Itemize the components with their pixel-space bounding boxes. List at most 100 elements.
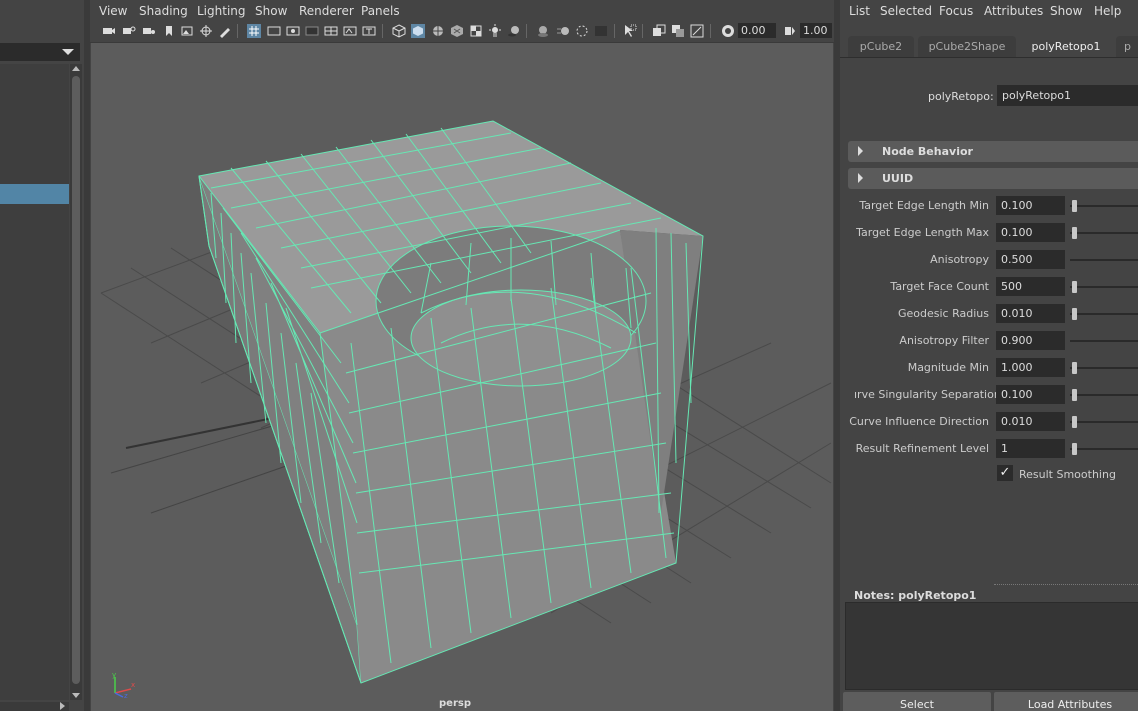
attr-slider[interactable]	[1070, 308, 1138, 320]
scroll-up-icon[interactable]	[72, 66, 80, 71]
slider-handle[interactable]	[1072, 308, 1077, 320]
tab-polyretopo1[interactable]: polyRetopo1	[1020, 36, 1112, 57]
resize-handle[interactable]	[994, 584, 1138, 585]
exposure-field[interactable]: 0.00	[738, 23, 776, 38]
shadows-icon[interactable]	[507, 24, 521, 38]
outliner-panel	[0, 0, 84, 711]
menu-panels[interactable]: Panels	[361, 4, 400, 18]
image-plane-icon[interactable]	[180, 24, 194, 38]
wireframe-on-shaded-icon[interactable]	[431, 24, 445, 38]
textured-icon[interactable]	[450, 24, 464, 38]
wireframe-icon[interactable]	[392, 24, 406, 38]
attr-value-field[interactable]: 1.000	[996, 358, 1065, 377]
slider-handle[interactable]	[1072, 227, 1077, 239]
select-button[interactable]: Select	[843, 692, 991, 711]
menu-view[interactable]: View	[99, 4, 127, 18]
xray-icon[interactable]	[652, 24, 666, 38]
result-smoothing-checkbox[interactable]: ✓	[997, 465, 1013, 481]
attr-value-field[interactable]: 0.010	[996, 304, 1065, 323]
attr-slider[interactable]	[1070, 389, 1138, 401]
film-gate-icon[interactable]	[267, 24, 281, 38]
menu-show[interactable]: Show	[255, 4, 287, 18]
section-node-behavior[interactable]: Node Behavior	[848, 141, 1138, 162]
attr-slider[interactable]	[1070, 340, 1138, 342]
camera-lock-icon[interactable]	[122, 24, 136, 38]
outliner-list[interactable]	[0, 64, 69, 700]
menu-lighting[interactable]: Lighting	[197, 4, 246, 18]
attr-slider[interactable]	[1070, 200, 1138, 212]
grid-icon[interactable]	[247, 24, 261, 38]
attr-slider[interactable]	[1070, 362, 1138, 374]
attr-value-field[interactable]: 500	[996, 277, 1065, 296]
menu-attributes[interactable]: Attributes	[984, 4, 1043, 18]
camera-attributes-icon[interactable]	[142, 24, 156, 38]
expand-arrow-icon[interactable]	[858, 173, 863, 183]
motion-blur-icon[interactable]	[556, 24, 570, 38]
attr-slider[interactable]	[1070, 281, 1138, 293]
attr-slider[interactable]	[1070, 259, 1138, 261]
tab-overflow[interactable]: p	[1116, 36, 1138, 57]
smooth-shade-icon[interactable]	[411, 24, 425, 38]
screen-space-ao-icon[interactable]	[536, 24, 550, 38]
menu-help[interactable]: Help	[1094, 4, 1121, 18]
viewport-canvas[interactable]: x y z persp	[91, 43, 833, 711]
slider-handle[interactable]	[1072, 443, 1077, 455]
anti-aliasing-icon[interactable]	[575, 24, 589, 38]
scroll-down-icon[interactable]	[72, 693, 80, 698]
lights-icon[interactable]	[488, 24, 502, 38]
menu-focus[interactable]: Focus	[939, 4, 973, 18]
depth-of-field-icon[interactable]	[594, 24, 608, 38]
camera-select-icon[interactable]	[102, 24, 116, 38]
outliner-scrollbar[interactable]	[70, 64, 82, 700]
tab-pcube2[interactable]: pCube2	[848, 36, 914, 57]
chevron-down-icon[interactable]	[62, 49, 74, 55]
xray-joints-icon[interactable]	[671, 24, 685, 38]
attr-slider[interactable]	[1070, 416, 1138, 428]
attr-value-field[interactable]: 0.100	[996, 385, 1065, 404]
attr-value-field[interactable]: 1	[996, 439, 1065, 458]
menu-list[interactable]: List	[849, 4, 870, 18]
bookmark-icon[interactable]	[162, 24, 176, 38]
exposure-icon[interactable]	[721, 24, 735, 38]
menu-renderer[interactable]: Renderer	[299, 4, 354, 18]
scroll-right-icon[interactable]	[60, 702, 65, 710]
gate-mask-icon[interactable]	[305, 24, 319, 38]
retopo-cube[interactable]	[198, 120, 704, 684]
checker-icon[interactable]	[469, 24, 483, 38]
load-attributes-button[interactable]: Load Attributes	[994, 692, 1138, 711]
gamma-icon[interactable]	[783, 24, 797, 38]
isolate-select-icon[interactable]	[623, 24, 637, 38]
expand-arrow-icon[interactable]	[858, 146, 863, 156]
attr-value-field[interactable]: 0.500	[996, 250, 1065, 269]
menu-shading[interactable]: Shading	[139, 4, 188, 18]
attr-value-field[interactable]: 0.100	[996, 196, 1065, 215]
outliner-selected-item[interactable]	[0, 184, 69, 204]
outliner-hscrollbar[interactable]	[0, 702, 69, 711]
attr-value-field[interactable]: 0.900	[996, 331, 1065, 350]
slider-handle[interactable]	[1072, 362, 1077, 374]
safe-title-icon[interactable]	[362, 24, 376, 38]
attr-value-field[interactable]: 0.100	[996, 223, 1065, 242]
scrollbar-thumb[interactable]	[72, 76, 80, 684]
section-uuid[interactable]: UUID	[848, 168, 1138, 189]
menu-show[interactable]: Show	[1050, 4, 1082, 18]
resolution-gate-icon[interactable]	[286, 24, 300, 38]
outliner-dropdown[interactable]	[0, 43, 80, 61]
safe-action-icon[interactable]	[343, 24, 357, 38]
slider-handle[interactable]	[1072, 281, 1077, 293]
slider-handle[interactable]	[1072, 200, 1077, 212]
notes-textarea[interactable]	[845, 602, 1138, 690]
attr-value-field[interactable]: 0.010	[996, 412, 1065, 431]
slider-handle[interactable]	[1072, 416, 1077, 428]
two-d-pan-zoom-icon[interactable]	[199, 24, 213, 38]
grease-pencil-icon[interactable]	[218, 24, 232, 38]
slider-handle[interactable]	[1072, 389, 1077, 401]
node-name-field[interactable]: polyRetopo1	[997, 85, 1138, 106]
tab-pcube2shape[interactable]: pCube2Shape	[918, 36, 1016, 57]
menu-selected[interactable]: Selected	[880, 4, 932, 18]
attr-slider[interactable]	[1070, 443, 1138, 455]
xray-components-icon[interactable]	[690, 24, 704, 38]
attr-slider[interactable]	[1070, 227, 1138, 239]
gamma-field[interactable]: 1.00	[800, 23, 832, 38]
field-chart-icon[interactable]	[324, 24, 338, 38]
